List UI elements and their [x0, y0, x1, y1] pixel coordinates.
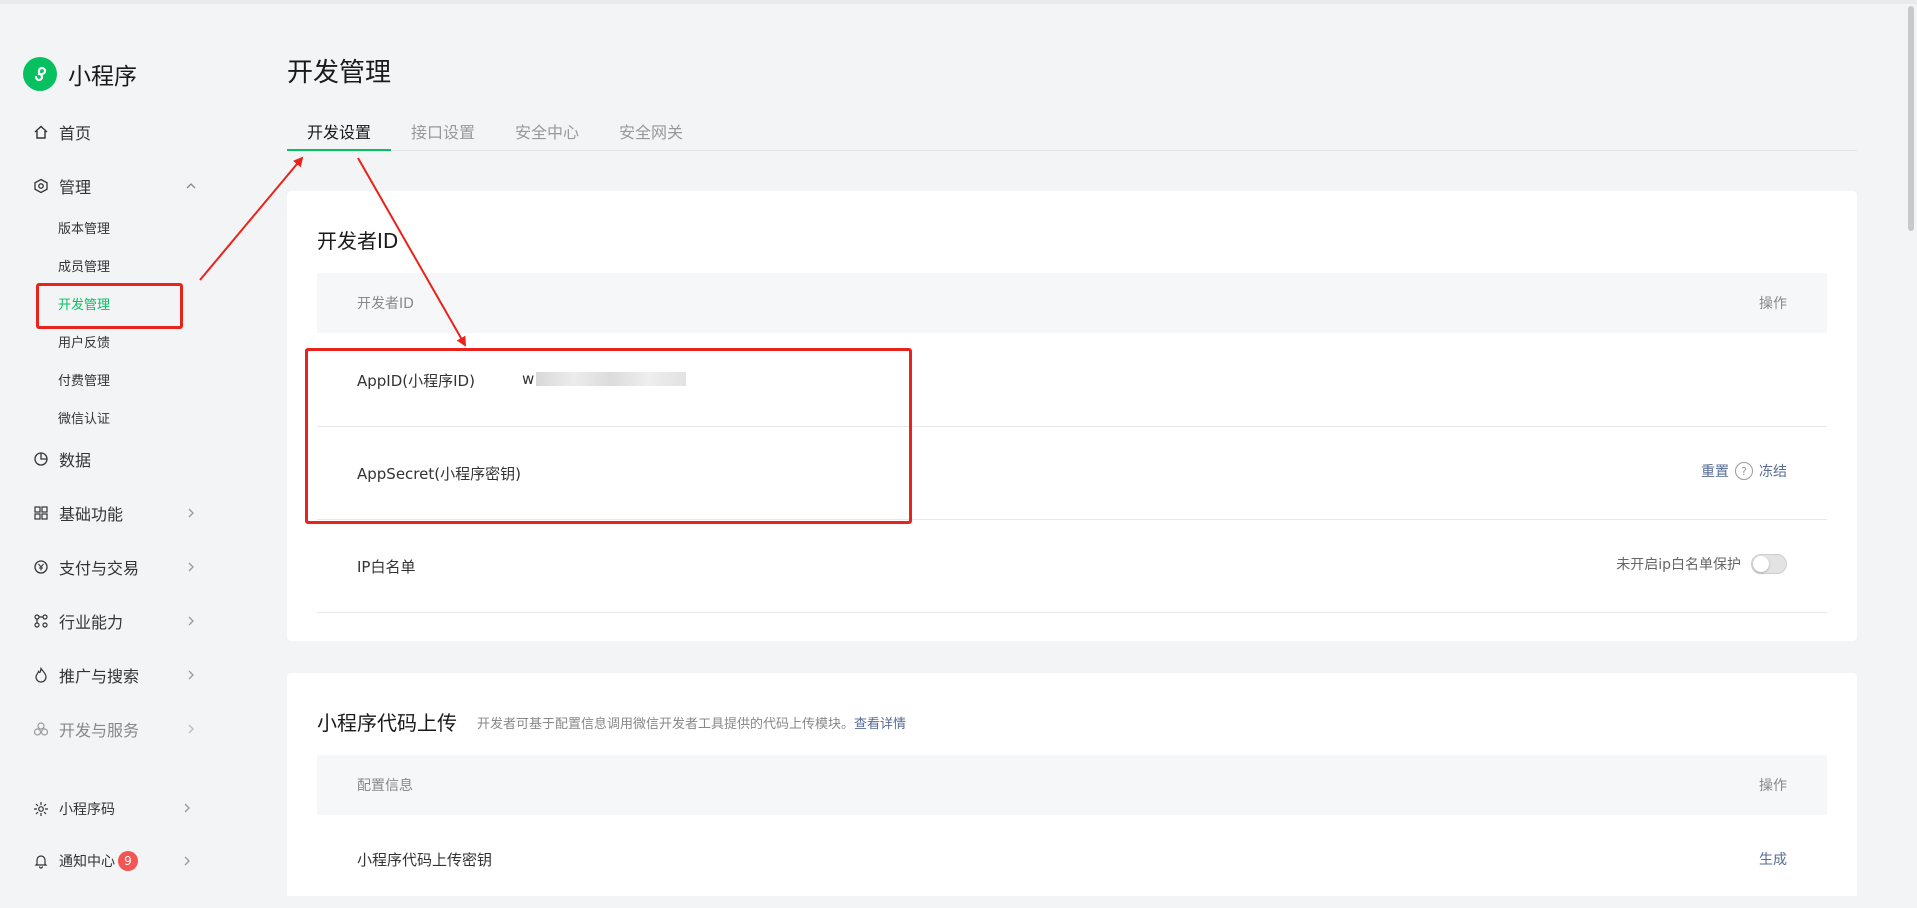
ip-whitelist-toggle[interactable] — [1751, 554, 1787, 574]
grid-icon — [32, 504, 50, 522]
card-description: 开发者可基于配置信息调用微信开发者工具提供的代码上传模块。查看详情 — [477, 713, 906, 732]
sidebar-sub-wechat-auth[interactable]: 微信认证 — [58, 408, 110, 427]
sidebar-sub-payment[interactable]: 付费管理 — [58, 370, 110, 389]
toggle-knob — [1753, 556, 1769, 572]
sidebar-item-label: 推广与搜索 — [59, 667, 140, 686]
sidebar-item-qrcode[interactable]: 小程序码 — [32, 797, 115, 821]
description-text: 开发者可基于配置信息调用微信开发者工具提供的代码上传模块。 — [477, 717, 855, 732]
card-title: 小程序代码上传 — [317, 711, 457, 735]
scrollbar-thumb[interactable] — [1908, 6, 1914, 231]
appsecret-actions: 重置 ? 冻结 — [1701, 461, 1787, 481]
sidebar-item-label: 数据 — [59, 451, 92, 470]
table-row-ip-whitelist: IP白名单 未开启ip白名单保护 — [317, 519, 1827, 613]
chevron-right-icon[interactable] — [184, 614, 198, 628]
table-header: 配置信息 操作 — [317, 755, 1827, 815]
column-header-action: 操作 — [1759, 778, 1787, 794]
notification-count-badge: 9 — [118, 851, 138, 871]
three-circles-icon — [32, 720, 50, 738]
pie-chart-icon — [32, 450, 50, 468]
page-scrollbar[interactable] — [1905, 4, 1917, 896]
sidebar-item-label: 小程序码 — [59, 802, 115, 818]
code-upload-card: 小程序代码上传 开发者可基于配置信息调用微信开发者工具提供的代码上传模块。查看详… — [287, 673, 1857, 896]
annotation-box-sidebar — [36, 283, 183, 329]
brand-name: 小程序 — [68, 64, 137, 90]
chevron-right-icon[interactable] — [180, 801, 194, 815]
sidebar-item-basic[interactable]: 基础功能 — [32, 501, 123, 525]
chevron-right-icon[interactable] — [184, 506, 198, 520]
table-row-upload-key: 小程序代码上传密钥 生成 — [317, 815, 1827, 908]
sidebar-item-label: 基础功能 — [59, 505, 124, 524]
column-header-name: 开发者ID — [357, 296, 414, 312]
help-circle-icon[interactable]: ? — [1735, 462, 1753, 480]
page-title: 开发管理 — [287, 58, 392, 88]
sidebar-item-label: 管理 — [59, 178, 92, 197]
generate-button[interactable]: 生成 — [1759, 849, 1787, 869]
table-header: 开发者ID 操作 — [317, 273, 1827, 333]
tab-bar: 开发设置 接口设置 安全中心 安全网关 — [287, 114, 1857, 151]
bell-icon — [32, 852, 50, 870]
chevron-right-icon[interactable] — [184, 560, 198, 574]
flame-icon — [32, 666, 50, 684]
home-icon — [32, 123, 50, 141]
column-header-action: 操作 — [1759, 296, 1787, 312]
sidebar-item-home[interactable]: 首页 — [32, 120, 91, 144]
tab-security-gateway[interactable]: 安全网关 — [619, 119, 683, 143]
chevron-up-icon[interactable] — [184, 179, 198, 193]
sidebar-item-manage[interactable]: 管理 — [32, 174, 91, 198]
hexagon-gear-icon — [32, 177, 50, 195]
molecule-icon — [32, 612, 50, 630]
sidebar-item-pay[interactable]: 支付与交易 — [32, 555, 139, 579]
ip-whitelist-actions: 未开启ip白名单保护 — [1616, 554, 1787, 574]
tab-security-center[interactable]: 安全中心 — [515, 119, 579, 143]
sidebar-item-label: 行业能力 — [59, 613, 124, 632]
active-tab-indicator — [287, 149, 391, 151]
sidebar-item-label: 首页 — [59, 124, 92, 143]
tab-dev-settings[interactable]: 开发设置 — [307, 119, 371, 143]
sidebar-sub-members[interactable]: 成员管理 — [58, 256, 110, 275]
sidebar-item-notice[interactable]: 通知中心 9 — [32, 849, 138, 873]
sidebar-sub-feedback[interactable]: 用户反馈 — [58, 332, 110, 351]
ip-whitelist-label: IP白名单 — [357, 558, 416, 576]
sidebar-item-label: 开发与服务 — [59, 721, 140, 740]
brand[interactable]: 小程序 — [23, 57, 137, 91]
reset-button[interactable]: 重置 — [1701, 461, 1729, 481]
sidebar-item-label: 通知中心 — [59, 854, 115, 870]
sidebar-item-label: 支付与交易 — [59, 559, 140, 578]
sidebar-item-industry[interactable]: 行业能力 — [32, 609, 123, 633]
column-header-name: 配置信息 — [357, 778, 413, 794]
yuan-coin-icon — [32, 558, 50, 576]
miniprogram-logo-icon — [23, 57, 57, 91]
chevron-right-icon[interactable] — [184, 722, 198, 736]
chevron-right-icon[interactable] — [184, 668, 198, 682]
sidebar-item-data[interactable]: 数据 — [32, 447, 91, 471]
chevron-right-icon[interactable] — [180, 854, 194, 868]
ip-whitelist-status: 未开启ip白名单保护 — [1616, 557, 1741, 573]
freeze-button[interactable]: 冻结 — [1759, 461, 1787, 481]
sidebar-item-promotion[interactable]: 推广与搜索 — [32, 663, 139, 687]
sidebar-sub-version[interactable]: 版本管理 — [58, 218, 110, 237]
sidebar: 小程序 首页 管理 版本管理 成员管理 开发管理 用户反馈 付费管理 微信认证 … — [0, 4, 230, 896]
annotation-box-credentials — [305, 348, 912, 524]
card-title: 开发者ID — [317, 229, 399, 253]
tab-api-settings[interactable]: 接口设置 — [411, 119, 475, 143]
top-border — [0, 0, 1917, 4]
upload-key-actions: 生成 — [1759, 849, 1787, 869]
view-details-link[interactable]: 查看详情 — [854, 717, 906, 732]
upload-key-label: 小程序代码上传密钥 — [357, 851, 493, 869]
sidebar-item-devservice[interactable]: 开发与服务 — [32, 717, 139, 741]
sun-code-icon — [32, 800, 50, 818]
